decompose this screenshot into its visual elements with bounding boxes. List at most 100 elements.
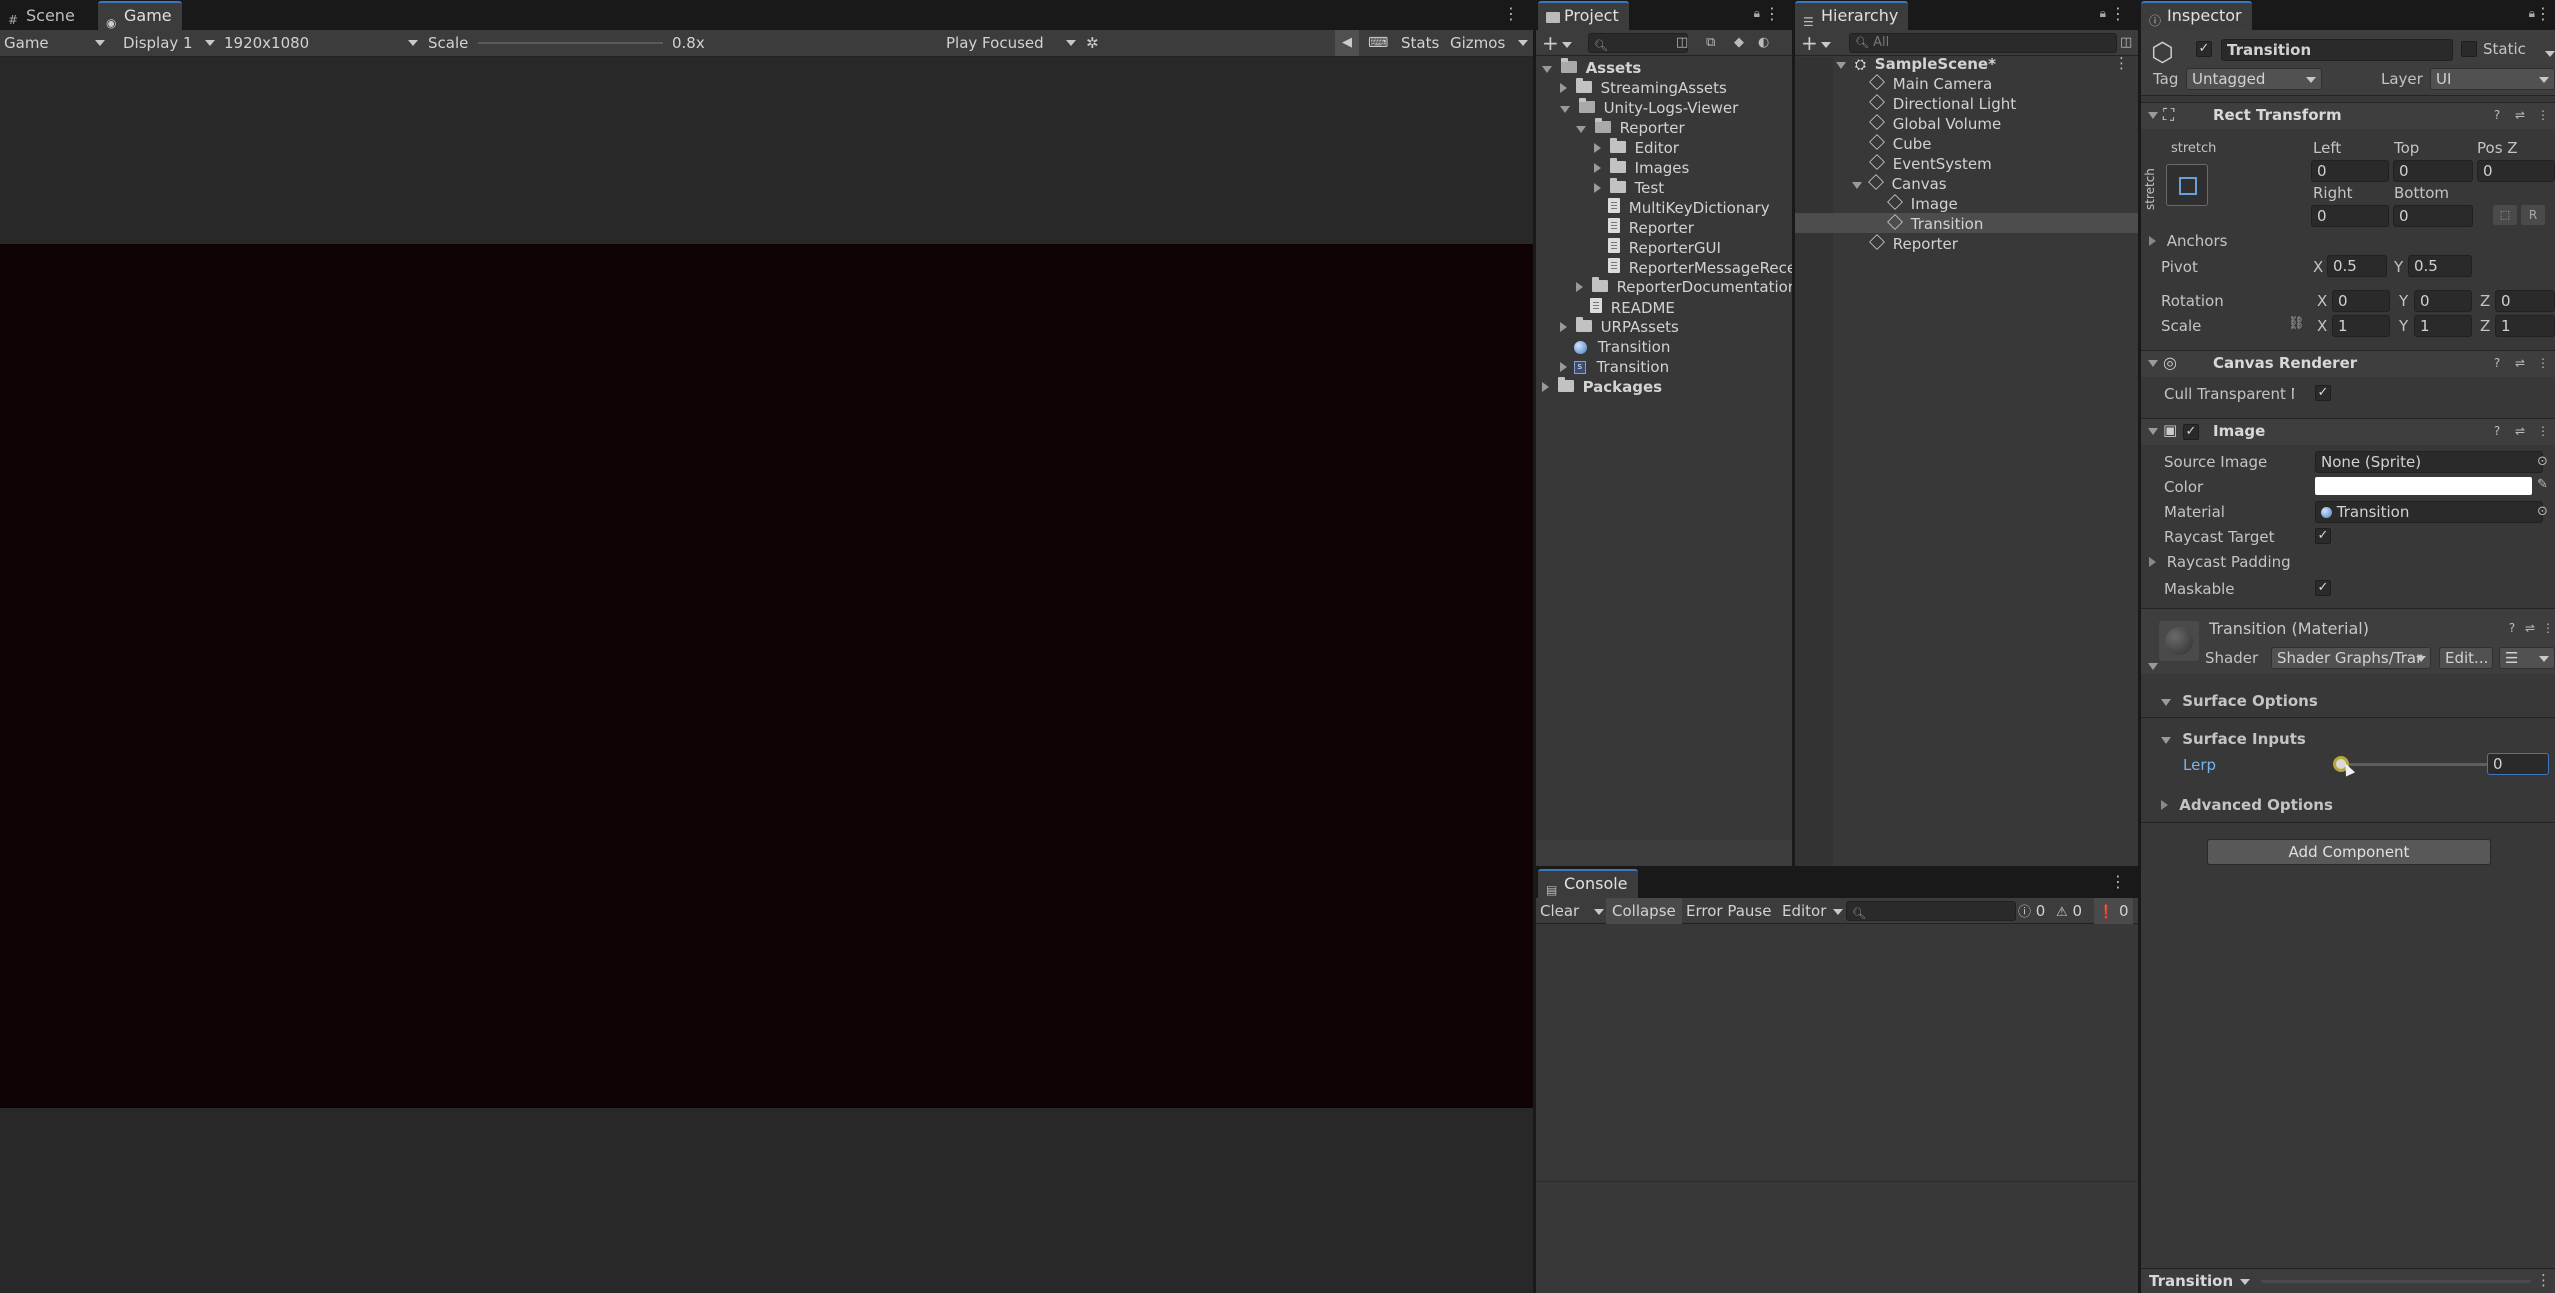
game-viewport[interactable] [0, 244, 1533, 1108]
preview-object-dropdown[interactable]: Transition [2149, 1272, 2251, 1290]
project-row-multikeydictionary[interactable]: MultiKeyDictionary [1608, 198, 1770, 217]
preview-splitter[interactable] [2261, 1280, 2531, 1283]
hierarchy-item-reporter[interactable]: Reporter [1869, 234, 1958, 253]
posz-field[interactable]: 0 [2477, 160, 2555, 182]
blueprint-mode-button[interactable]: ⬚ [2493, 205, 2517, 225]
rotation-z-field[interactable]: 0 [2495, 290, 2555, 312]
panel-divider[interactable] [2138, 0, 2141, 1293]
editor-dropdown[interactable]: Editor [1782, 898, 1844, 924]
tab-scene[interactable]: # Scene [0, 1, 85, 30]
active-checkbox[interactable]: ✓ [2196, 41, 2212, 57]
hierarchy-item-eventsystem[interactable]: EventSystem [1869, 154, 1992, 173]
component-menu-icon[interactable]: ⋮ [2536, 424, 2550, 438]
static-checkbox[interactable] [2461, 41, 2477, 57]
hidden-packages-icon[interactable]: ◐ [1758, 30, 1769, 56]
display-dropdown[interactable]: Display 1 [123, 30, 215, 56]
search-by-type-icon[interactable]: ◫ [1676, 30, 1688, 56]
preset-icon[interactable]: ⇌ [2513, 424, 2527, 438]
surface-options-foldout[interactable]: Surface Options [2161, 692, 2318, 710]
raycast-padding-foldout[interactable]: Raycast Padding [2149, 553, 2291, 571]
project-row-reportermessagereceiver[interactable]: ReporterMessageRece [1608, 258, 1792, 277]
gizmos-dropdown[interactable]: Gizmos [1450, 30, 1528, 56]
top-field[interactable]: 0 [2393, 160, 2473, 182]
collapse-toggle[interactable]: Collapse [1606, 898, 1682, 924]
rect-transform-header[interactable]: ⛶ Rect Transform ? ⇌ ⋮ [2141, 102, 2555, 129]
hierarchy-item-main-camera[interactable]: Main Camera [1869, 74, 1992, 93]
component-menu-icon[interactable]: ⋮ [2536, 356, 2550, 370]
hierarchy-item-canvas[interactable]: Canvas [1852, 174, 1947, 193]
label-icon[interactable]: ◆ [1734, 30, 1744, 56]
project-row-streamingassets[interactable]: StreamingAssets [1560, 78, 1727, 97]
project-row-unity-logs-viewer[interactable]: Unity-Logs-Viewer [1560, 98, 1738, 117]
scene-menu-icon[interactable]: ⋮ [2114, 54, 2129, 72]
anchors-foldout[interactable]: Anchors [2149, 232, 2227, 250]
warning-count-toggle[interactable]: ⚠ 0 [2056, 898, 2082, 924]
tab-console[interactable]: ▤ Console [1538, 869, 1638, 898]
material-field[interactable]: Transition [2315, 501, 2543, 523]
project-row-transition-shader[interactable]: s Transition [1560, 358, 1669, 376]
component-menu-icon[interactable]: ⋮ [2536, 108, 2550, 122]
preset-icon[interactable]: ⇌ [2523, 621, 2537, 635]
hierarchy-search-input[interactable]: 🔍︎ All [1849, 33, 2117, 53]
console-search-input[interactable]: 🔍︎ [1846, 901, 2016, 921]
hierarchy-item-directional-light[interactable]: Directional Light [1869, 94, 2016, 113]
game-panel-menu-icon[interactable]: ⋮ [1503, 4, 1519, 23]
project-panel-menu-icon[interactable]: ⋮ [1764, 4, 1780, 23]
filter-type-icon[interactable]: ⧉ [1706, 30, 1715, 56]
object-name-field[interactable]: Transition [2221, 39, 2453, 61]
rotation-x-field[interactable]: 0 [2332, 290, 2390, 312]
maskable-checkbox[interactable]: ✓ [2315, 580, 2331, 596]
image-enabled-checkbox[interactable]: ✓ [2183, 424, 2199, 440]
tab-inspector[interactable]: ⓘ Inspector [2141, 1, 2252, 30]
view-mode-dropdown[interactable]: Game [4, 30, 109, 56]
project-row-packages[interactable]: Packages [1542, 377, 1662, 396]
project-scrollbar[interactable] [1536, 840, 1792, 866]
anchor-preset-button[interactable] [2166, 164, 2208, 206]
constrain-proportions-icon[interactable]: ⛓ [2288, 316, 2305, 331]
advanced-options-foldout[interactable]: Advanced Options [2161, 796, 2333, 814]
component-menu-icon[interactable]: ⋮ [2541, 621, 2555, 635]
project-row-reporterdocumentation[interactable]: ReporterDocumentation [1576, 277, 1797, 296]
hierarchy-scene-row[interactable]: ⛭ SampleScene* [1836, 55, 1996, 73]
image-component-header[interactable]: ▣ ✓ Image ? ⇌ ⋮ [2141, 418, 2555, 445]
pivot-y-field[interactable]: 0.5 [2408, 255, 2472, 277]
lock-icon[interactable]: 🔒︎ [1754, 6, 1760, 21]
project-row-urpassets[interactable]: URPAssets [1560, 317, 1679, 336]
cull-transparent-checkbox[interactable]: ✓ [2315, 385, 2331, 401]
right-field[interactable]: 0 [2311, 205, 2389, 227]
canvas-renderer-header[interactable]: ◎ Canvas Renderer ? ⇌ ⋮ [2141, 350, 2555, 377]
panel-divider[interactable] [1533, 0, 1536, 1293]
project-row-reporter-script[interactable]: Reporter [1608, 218, 1694, 237]
layer-dropdown[interactable]: UI [2430, 68, 2555, 90]
clear-button[interactable]: Clear [1540, 898, 1605, 924]
project-row-assets[interactable]: Assets [1542, 58, 1641, 77]
source-image-field[interactable]: None (Sprite) [2315, 451, 2543, 473]
tab-game[interactable]: ◉ Game [98, 1, 182, 30]
scale-y-field[interactable]: 1 [2414, 315, 2472, 337]
scale-x-field[interactable]: 1 [2332, 315, 2390, 337]
hierarchy-item-image[interactable]: Image [1887, 194, 1958, 213]
tab-hierarchy[interactable]: ☰ Hierarchy [1795, 1, 1909, 30]
raw-edit-button[interactable]: R [2521, 205, 2545, 225]
shader-edit-button[interactable]: Edit... [2439, 647, 2493, 669]
footer-menu-icon[interactable]: ⋮ [2536, 1271, 2551, 1289]
panel-divider[interactable] [1792, 0, 1795, 866]
object-picker-icon[interactable]: ⊙ [2537, 454, 2548, 469]
play-mode-dropdown[interactable]: Play Focused [946, 30, 1076, 56]
resolution-dropdown[interactable]: 1920x1080 [224, 30, 418, 56]
help-icon[interactable]: ? [2505, 621, 2519, 635]
hierarchy-panel-menu-icon[interactable]: ⋮ [2110, 4, 2126, 23]
surface-inputs-foldout[interactable]: Surface Inputs [2161, 730, 2306, 748]
left-field[interactable]: 0 [2311, 160, 2389, 182]
preset-icon[interactable]: ⇌ [2513, 108, 2527, 122]
bug-icon[interactable]: ✲ [1086, 30, 1099, 56]
project-row-reportergui[interactable]: ReporterGUI [1608, 238, 1721, 257]
info-count-toggle[interactable]: ⓘ 0 [2018, 898, 2045, 924]
lerp-value-field[interactable]: 0 [2487, 753, 2549, 775]
help-icon[interactable]: ? [2490, 424, 2504, 438]
rotation-y-field[interactable]: 0 [2414, 290, 2472, 312]
tag-dropdown[interactable]: Untagged [2186, 68, 2322, 90]
help-icon[interactable]: ? [2490, 356, 2504, 370]
object-picker-icon[interactable]: ⊙ [2537, 504, 2548, 519]
error-pause-toggle[interactable]: Error Pause [1686, 898, 1771, 924]
